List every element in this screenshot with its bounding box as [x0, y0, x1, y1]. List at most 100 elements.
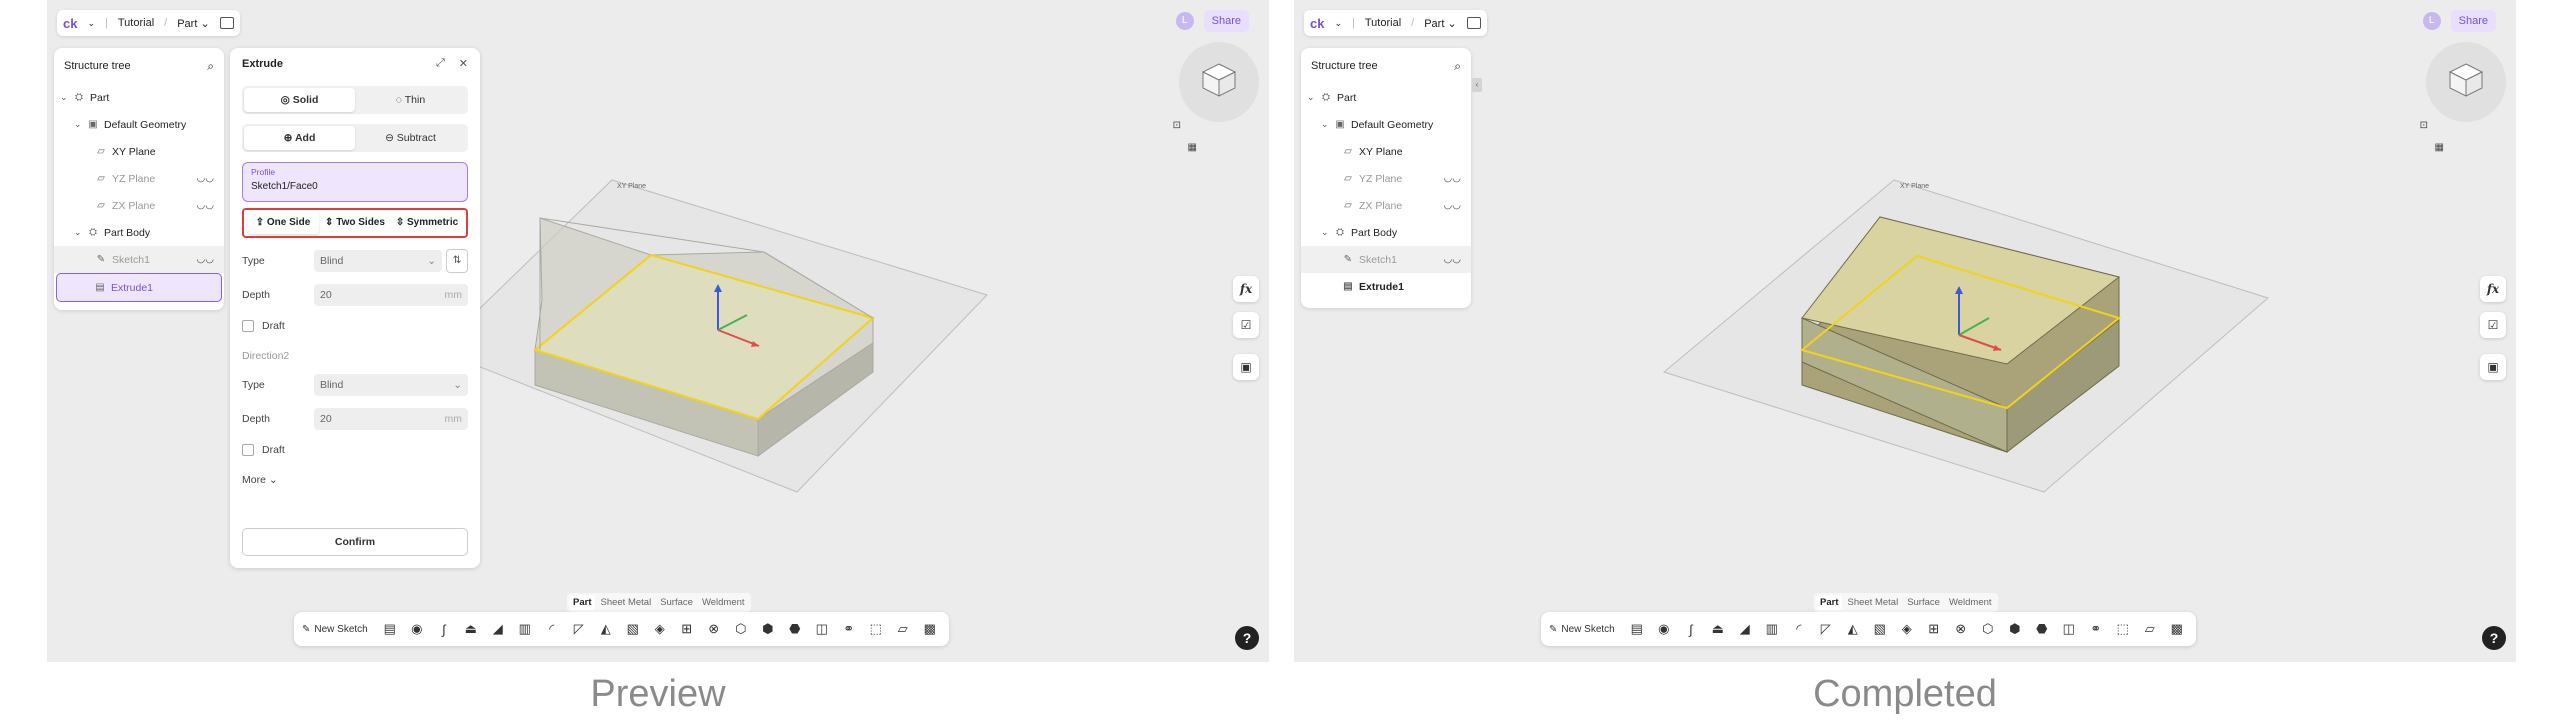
draft-tool-icon[interactable]: ◭	[1842, 621, 1864, 637]
panel-toggle-icon[interactable]	[1466, 17, 1481, 29]
rib-tool-icon[interactable]: ◢	[487, 621, 509, 637]
pattern-tool-icon[interactable]: ◈	[1896, 621, 1918, 637]
hidden-eye-icon[interactable]: ◡◡	[1444, 200, 1461, 211]
pattern-tool-icon[interactable]: ◈	[649, 621, 671, 637]
chevron-down-icon[interactable]: ⌄	[1321, 119, 1331, 130]
view-cube[interactable]	[2426, 42, 2506, 122]
hidden-eye-icon[interactable]: ◡◡	[197, 200, 214, 211]
hole-tool-icon[interactable]: ▥	[514, 621, 536, 637]
tree-item-sketch1[interactable]: ✎ Sketch1 ◡◡	[54, 246, 224, 273]
chevron-down-icon[interactable]: ⌄	[74, 119, 84, 130]
type2-select[interactable]: Blind ⌄	[314, 374, 468, 396]
checklist-icon[interactable]: ☑	[2480, 312, 2506, 338]
move-tool-icon[interactable]: ⬢	[2004, 621, 2026, 637]
tree-item-extrude1[interactable]: ▤ Extrude1	[1301, 273, 1471, 300]
tab-weldment[interactable]: Weldment	[1945, 595, 1996, 610]
loft-tool-icon[interactable]: ⏏	[1707, 621, 1729, 637]
mate-tool-icon[interactable]: ⚭	[838, 621, 860, 637]
help-button[interactable]: ?	[2482, 626, 2506, 650]
pin-icon[interactable]: ⤢	[436, 57, 445, 70]
chevron-down-icon[interactable]: ⌄	[1307, 92, 1317, 103]
tab-surface[interactable]: Surface	[1903, 595, 1944, 610]
thin-option[interactable]: ◌ Thin	[355, 88, 466, 112]
flip-direction-icon[interactable]: ⇅	[446, 249, 468, 273]
tree-item-xy-plane[interactable]: ▱ XY Plane	[54, 138, 224, 165]
view-mode-icon[interactable]: ▦	[1188, 142, 1197, 153]
fillet-tool-icon[interactable]: ◜	[541, 621, 563, 637]
tree-item-sketch1[interactable]: ✎ Sketch1 ◡◡	[1301, 246, 1471, 273]
completed-viewport[interactable]: XY Plane	[1294, 0, 2516, 662]
avatar[interactable]: L	[2422, 12, 2441, 30]
hidden-eye-icon[interactable]: ◡◡	[1444, 173, 1461, 184]
chevron-down-icon[interactable]: ⌄	[87, 18, 95, 29]
chevron-down-icon[interactable]: ⌄	[1334, 18, 1342, 29]
tree-item-part[interactable]: ⌄ ⛭ Part	[1301, 84, 1471, 111]
one-side-option[interactable]: ⇪ One Side	[247, 212, 319, 234]
draft-checkbox-row[interactable]: Draft	[242, 320, 468, 332]
tree-item-yz-plane[interactable]: ▱ YZ Plane ◡◡	[1301, 165, 1471, 192]
extrude-tool-icon[interactable]: ▤	[379, 621, 401, 637]
variable-table-icon[interactable]: ▣	[1233, 354, 1259, 380]
breadcrumb-document[interactable]: Part ⌄	[177, 17, 209, 30]
draft2-checkbox[interactable]	[242, 444, 254, 456]
new-sketch-button[interactable]: ✎ New Sketch	[302, 624, 368, 635]
draft-checkbox[interactable]	[242, 320, 254, 332]
split-tool-icon[interactable]: ⬡	[730, 621, 752, 637]
symmetric-option[interactable]: ⇳ Symmetric	[391, 212, 463, 234]
avatar[interactable]: L	[1175, 12, 1194, 30]
hidden-eye-icon[interactable]: ◡◡	[197, 173, 214, 184]
tree-item-default-geometry[interactable]: ⌄ ▣ Default Geometry	[54, 111, 224, 138]
confirm-button[interactable]: Confirm	[242, 528, 468, 556]
fillet-tool-icon[interactable]: ◜	[1788, 621, 1810, 637]
fit-view-icon[interactable]: ⊡	[2420, 120, 2428, 131]
mate-tool-icon[interactable]: ⚭	[2085, 621, 2107, 637]
collapse-panel-icon[interactable]: ‹	[1472, 78, 1482, 92]
revolve-tool-icon[interactable]: ◉	[1653, 621, 1675, 637]
breadcrumb-project[interactable]: Tutorial	[1365, 17, 1401, 29]
chevron-down-icon[interactable]: ⌄	[1321, 227, 1331, 238]
shell-tool-icon[interactable]: ▧	[1869, 621, 1891, 637]
fit-view-icon[interactable]: ⊡	[1173, 120, 1181, 131]
solid-option[interactable]: ◎ Solid	[244, 88, 355, 112]
view-mode-icon[interactable]: ▦	[2435, 142, 2444, 153]
share-button[interactable]: Share	[1203, 10, 1249, 32]
tree-item-extrude1[interactable]: ▤ Extrude1	[56, 273, 222, 302]
formula-button[interactable]: fx	[1233, 276, 1259, 302]
measure-tool-icon[interactable]: ⬚	[2112, 621, 2134, 637]
depth-input[interactable]: 20 mm	[314, 284, 468, 306]
tree-item-default-geometry[interactable]: ⌄ ▣ Default Geometry	[1301, 111, 1471, 138]
tree-item-part-body[interactable]: ⌄ ⛭ Part Body	[54, 219, 224, 246]
chevron-down-icon[interactable]: ⌄	[74, 227, 84, 238]
draft-tool-icon[interactable]: ◭	[595, 621, 617, 637]
tree-item-yz-plane[interactable]: ▱ YZ Plane ◡◡	[54, 165, 224, 192]
close-icon[interactable]: ✕	[459, 57, 468, 70]
tree-item-zx-plane[interactable]: ▱ ZX Plane ◡◡	[54, 192, 224, 219]
chevron-down-icon[interactable]: ⌄	[60, 92, 70, 103]
render-tool-icon[interactable]: ▩	[2166, 621, 2188, 637]
chamfer-tool-icon[interactable]: ◸	[1815, 621, 1837, 637]
profile-field[interactable]: Profile Sketch1/Face0	[242, 162, 468, 202]
revolve-tool-icon[interactable]: ◉	[406, 621, 428, 637]
chamfer-tool-icon[interactable]: ◸	[568, 621, 590, 637]
delete-body-icon[interactable]: ◫	[811, 621, 833, 637]
search-icon[interactable]: ⌕	[1454, 59, 1461, 74]
combine-tool-icon[interactable]: ⊗	[1950, 621, 1972, 637]
tree-item-part[interactable]: ⌄ ⛭ Part	[54, 84, 224, 111]
breadcrumb-project[interactable]: Tutorial	[118, 17, 154, 29]
hidden-eye-icon[interactable]: ◡◡	[197, 254, 214, 265]
view-cube-box[interactable]	[1199, 60, 1239, 100]
sweep-tool-icon[interactable]: ∫	[1680, 622, 1702, 637]
view-cube[interactable]	[1179, 42, 1259, 122]
tab-weldment[interactable]: Weldment	[698, 595, 749, 610]
scale-tool-icon[interactable]: ⬣	[784, 621, 806, 637]
new-sketch-button[interactable]: ✎ New Sketch	[1549, 624, 1615, 635]
loft-tool-icon[interactable]: ⏏	[460, 621, 482, 637]
shell-tool-icon[interactable]: ▧	[622, 621, 644, 637]
mirror-tool-icon[interactable]: ⊞	[1923, 621, 1945, 637]
hole-tool-icon[interactable]: ▥	[1761, 621, 1783, 637]
scale-tool-icon[interactable]: ⬣	[2031, 621, 2053, 637]
variable-table-icon[interactable]: ▣	[2480, 354, 2506, 380]
move-tool-icon[interactable]: ⬢	[757, 621, 779, 637]
tab-surface[interactable]: Surface	[656, 595, 697, 610]
two-sides-option[interactable]: ⇕ Two Sides	[319, 212, 391, 234]
